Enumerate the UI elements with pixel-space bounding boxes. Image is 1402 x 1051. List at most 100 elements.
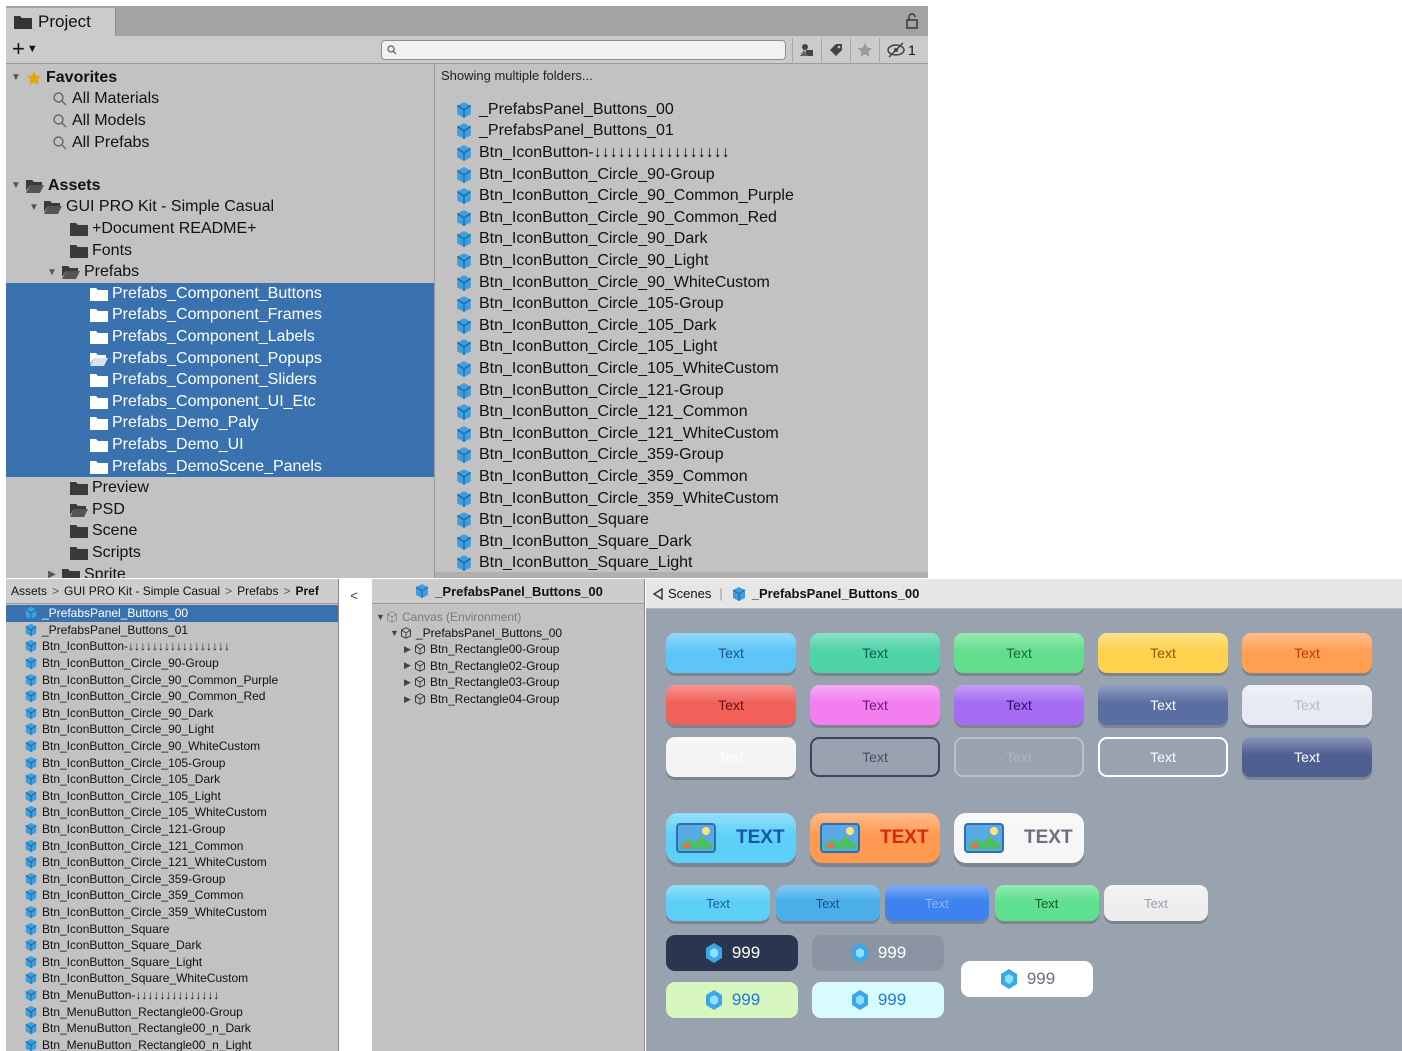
text-button[interactable]: Text (666, 633, 796, 673)
triangle-expanded-icon[interactable]: ▼ (10, 72, 22, 83)
search-input[interactable] (381, 40, 786, 60)
text-button[interactable]: Text (954, 685, 1084, 725)
tree-folder[interactable]: ▶ Sprite (6, 564, 434, 578)
asset-item[interactable]: Btn_IconButton_Circle_90_Dark (455, 229, 708, 251)
asset-item[interactable]: Btn_IconButton_Circle_359_Common (455, 466, 748, 488)
currency-button[interactable]: 999 (961, 961, 1093, 997)
filter-by-label-button[interactable] (821, 38, 849, 62)
text-button[interactable]: Text (810, 737, 940, 777)
hierarchy-item[interactable]: ▶ Btn_Rectangle03-Group (404, 674, 559, 691)
asset-list-item[interactable]: Btn_MenuButton_Rectangle00_n_Dark (6, 1020, 338, 1037)
hierarchy-item[interactable]: ▼ Canvas (Environment) (376, 609, 521, 626)
tree-kit-folder[interactable]: ▼ GUI PRO Kit - Simple Casual (6, 197, 434, 219)
tree-favorites[interactable]: ▼ Favorites (6, 67, 434, 89)
asset-list-item[interactable]: Btn_MenuButton_Rectangle00-Group (6, 1003, 338, 1020)
asset-item[interactable]: Btn_IconButton_Circle_90_Light (455, 250, 709, 272)
asset-list-item[interactable]: _PrefabsPanel_Buttons_00 (6, 605, 338, 622)
hidden-packages-button[interactable]: 1 (879, 38, 928, 62)
asset-item[interactable]: _PrefabsPanel_Buttons_00 (455, 99, 674, 121)
asset-list-item[interactable]: Btn_IconButton-↓↓↓↓↓↓↓↓↓↓↓↓↓↓↓↓↓ (6, 638, 338, 655)
tree-prefab-folder[interactable]: Prefabs_Component_UI_Etc (6, 391, 434, 413)
currency-button[interactable]: 999 (812, 982, 944, 1018)
add-menu-button[interactable]: + ▼ (12, 37, 38, 61)
tree-prefab-folder[interactable]: Prefabs_Demo_UI (6, 434, 434, 456)
breadcrumb-item[interactable]: Prefabs (237, 584, 278, 598)
tree-prefab-folder[interactable]: Prefabs_Demo_Paly (6, 412, 434, 435)
filter-by-type-button[interactable] (792, 38, 820, 62)
text-button[interactable]: Text (1098, 685, 1228, 725)
triangle-expanded-icon[interactable]: ▶ (46, 569, 58, 578)
currency-button[interactable]: 999 (666, 982, 798, 1018)
asset-list-item[interactable]: Btn_IconButton_Circle_90_Common_Red (6, 688, 338, 705)
asset-list-item[interactable]: Btn_MenuButton-↓↓↓↓↓↓↓↓↓↓↓↓↓↓ (6, 987, 338, 1004)
tree-prefab-folder[interactable]: Prefabs_Component_Frames (6, 304, 434, 327)
currency-button[interactable]: 999 (812, 935, 944, 971)
tree-fav-item[interactable]: All Prefabs (6, 132, 434, 154)
asset-list-item[interactable]: Btn_IconButton_Circle_90_WhiteCustom (6, 738, 338, 755)
asset-list-item[interactable]: Btn_IconButton_Circle_90-Group (6, 655, 338, 672)
tab-project[interactable]: Project (6, 8, 116, 36)
triangle-expanded-icon[interactable]: ▼ (376, 612, 386, 622)
lock-icon[interactable] (906, 13, 918, 29)
text-button[interactable]: Text (666, 737, 796, 777)
asset-list-item[interactable]: Btn_IconButton_Square_Dark (6, 937, 338, 954)
breadcrumb-item[interactable]: GUI PRO Kit - Simple Casual (64, 584, 220, 598)
asset-list-item[interactable]: _PrefabsPanel_Buttons_01 (6, 622, 338, 639)
asset-list-item[interactable]: Btn_IconButton_Circle_105_Light (6, 788, 338, 805)
small-text-button[interactable]: Text (994, 885, 1099, 921)
triangle-collapsed-icon[interactable]: ▶ (404, 694, 414, 705)
favorite-button[interactable] (850, 38, 878, 62)
asset-item[interactable]: Btn_IconButton_Circle_121_WhiteCustom (455, 423, 779, 445)
asset-list-item[interactable]: Btn_IconButton_Square (6, 920, 338, 937)
tree-prefab-folder[interactable]: Prefabs_Component_Sliders (6, 369, 434, 391)
triangle-collapsed-icon[interactable]: ▶ (404, 644, 414, 655)
asset-item[interactable]: Btn_IconButton_Square_Light (455, 553, 693, 575)
text-button[interactable]: Text (954, 633, 1084, 673)
asset-list-item[interactable]: Btn_IconButton_Circle_90_Light (6, 721, 338, 738)
tree-folder[interactable]: Scripts (6, 542, 434, 564)
icon-text-button[interactable]: TEXT (810, 813, 940, 863)
tree-prefabs-folder[interactable]: ▼ Prefabs (6, 261, 434, 283)
asset-list-item[interactable]: Btn_IconButton_Circle_121_Common (6, 837, 338, 854)
tree-folder[interactable]: Scene (6, 521, 434, 543)
back-arrow-icon[interactable] (652, 587, 664, 600)
asset-list-item[interactable]: Btn_IconButton_Circle_90_Dark (6, 705, 338, 722)
text-button[interactable]: Text (1098, 633, 1228, 673)
hierarchy-item[interactable]: ▶ Btn_Rectangle02-Group (404, 658, 559, 675)
triangle-collapsed-icon[interactable]: ▶ (404, 660, 414, 671)
tree-fav-item[interactable]: All Models (6, 110, 434, 132)
asset-list-item[interactable]: Btn_IconButton_Circle_105_WhiteCustom (6, 804, 338, 821)
tree-fav-item[interactable]: All Materials (6, 89, 434, 111)
triangle-collapsed-icon[interactable]: ▶ (404, 677, 414, 688)
hierarchy-item[interactable]: ▶ Btn_Rectangle00-Group (404, 641, 559, 658)
asset-item[interactable]: Btn_IconButton_Circle_105_Dark (455, 315, 716, 337)
asset-list-item[interactable]: Btn_IconButton_Circle_90_Common_Purple (6, 671, 338, 688)
triangle-expanded-icon[interactable]: ▼ (390, 628, 400, 638)
text-button[interactable]: Text (1242, 633, 1372, 673)
text-button[interactable]: Text (1242, 685, 1372, 725)
tree-assets[interactable]: ▼ Assets (6, 175, 434, 197)
asset-item[interactable]: Btn_IconButton_Circle_359-Group (455, 445, 724, 467)
hierarchy-item[interactable]: ▼ _PrefabsPanel_Buttons_00 (390, 625, 562, 642)
tree-doc-folder[interactable]: +Document README+ (6, 218, 434, 240)
asset-item[interactable]: Btn_IconButton_Square_Dark (455, 531, 692, 553)
triangle-expanded-icon[interactable]: ▼ (10, 180, 22, 191)
asset-item[interactable]: Btn_IconButton_Circle_90_Common_Purple (455, 185, 794, 207)
asset-list-item[interactable]: Btn_IconButton_Circle_105-Group (6, 754, 338, 771)
tree-prefab-folder[interactable]: Prefabs_Component_Popups (6, 347, 434, 370)
hierarchy-item[interactable]: ▶ Btn_Rectangle04-Group (404, 691, 559, 708)
asset-item[interactable]: Btn_IconButton_Circle_121_Common (455, 401, 748, 423)
small-text-button[interactable]: Text (666, 885, 770, 921)
tree-prefab-folder[interactable]: Prefabs_DemoScene_Panels (6, 455, 434, 478)
asset-list-item[interactable]: Btn_IconButton_Circle_105_Dark (6, 771, 338, 788)
icon-text-button[interactable]: TEXT (666, 813, 796, 863)
text-button[interactable]: Text (810, 685, 940, 725)
scenes-link[interactable]: Scenes (668, 586, 711, 601)
text-button[interactable]: Text (1098, 737, 1228, 777)
asset-list-item[interactable]: Btn_IconButton_Square_Light (6, 954, 338, 971)
asset-item[interactable]: Btn_IconButton_Circle_105-Group (455, 293, 724, 315)
tree-fonts-folder[interactable]: Fonts (6, 240, 434, 262)
asset-list-item[interactable]: Btn_IconButton_Circle_359_Common (6, 887, 338, 904)
asset-list-item[interactable]: Btn_IconButton_Square_WhiteCustom (6, 970, 338, 987)
asset-item[interactable]: Btn_IconButton_Circle_90-Group (455, 164, 715, 186)
